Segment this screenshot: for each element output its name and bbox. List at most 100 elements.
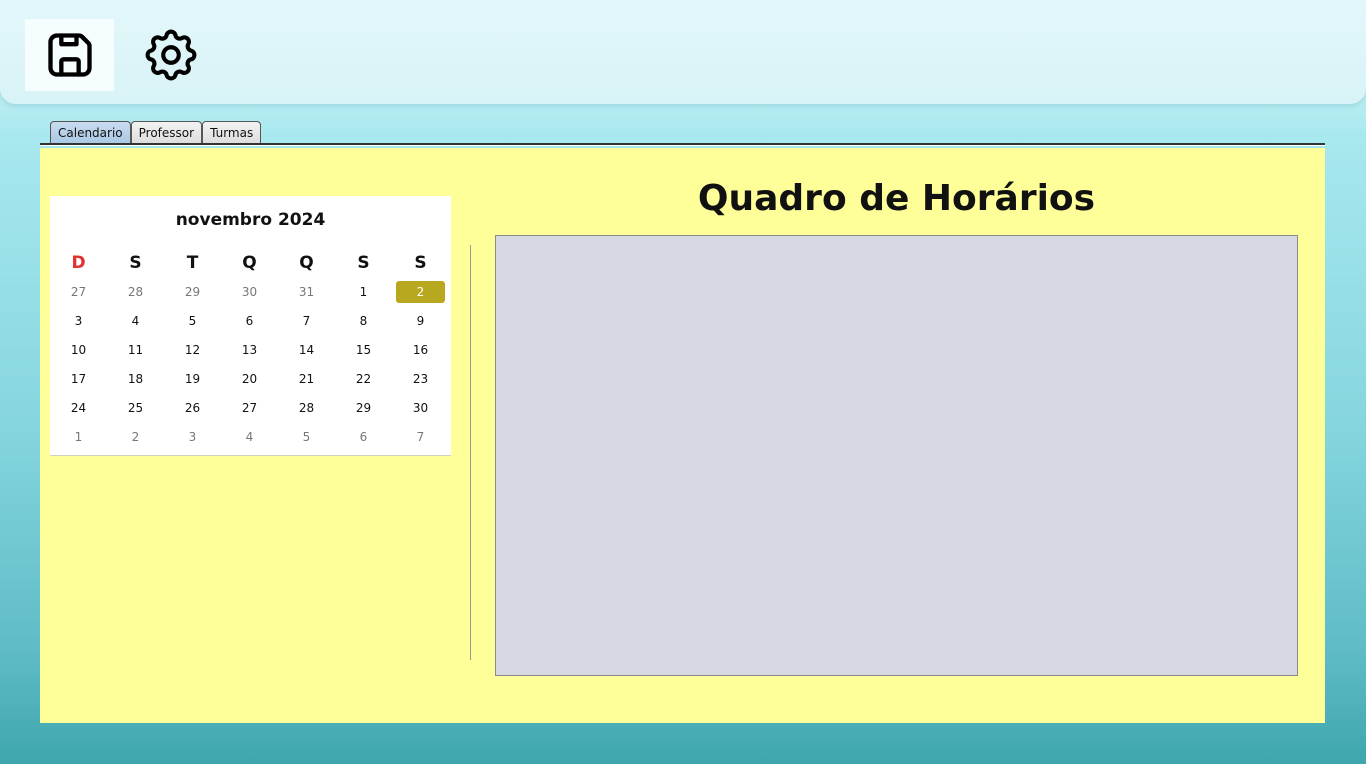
- tab-professor[interactable]: Professor: [130, 121, 203, 144]
- calendar-week-row: 27 28 29 30 31 1 2: [50, 277, 451, 306]
- calendar-day[interactable]: 6: [221, 310, 278, 332]
- calendar-day-number: 27: [241, 400, 258, 415]
- calendar-day[interactable]: 26: [164, 397, 221, 419]
- calendar-day-number: 2: [131, 429, 140, 444]
- calendar-day[interactable]: 9: [392, 310, 449, 332]
- calendar-day[interactable]: 5: [278, 426, 335, 448]
- calendar-day[interactable]: 4: [107, 310, 164, 332]
- calendar-week-row: 24 25 26 27 28 29 30: [50, 393, 451, 422]
- calendar-day-number: 26: [184, 400, 201, 415]
- calendar-day-number: 14: [298, 342, 315, 357]
- weekday-header: S: [129, 253, 142, 273]
- calendar-week-row: 3 4 5 6 7 8 9: [50, 306, 451, 335]
- settings-button[interactable]: [126, 19, 215, 91]
- calendar-week-row: 10 11 12 13 14 15 16: [50, 335, 451, 364]
- calendar-day-number: 31: [298, 284, 315, 299]
- calendar-day-number: 18: [127, 371, 144, 386]
- top-toolbar: [0, 0, 1366, 104]
- calendar-week-row: 17 18 19 20 21 22 23: [50, 364, 451, 393]
- calendar-day[interactable]: 29: [335, 397, 392, 419]
- calendar-week-row: 1 2 3 4 5 6 7: [50, 422, 451, 451]
- calendar-day[interactable]: 27: [221, 397, 278, 419]
- calendar-day[interactable]: 31: [278, 281, 335, 303]
- calendar-day-number: 20: [241, 371, 258, 386]
- weekday-header: D: [71, 253, 86, 273]
- weekday-header: Q: [299, 253, 314, 273]
- calendar-day[interactable]: 15: [335, 339, 392, 361]
- calendar-day[interactable]: 11: [107, 339, 164, 361]
- calendar-day[interactable]: 30: [221, 281, 278, 303]
- calendar-day[interactable]: 4: [221, 426, 278, 448]
- weekday-header: T: [186, 253, 199, 273]
- weekday-header: Q: [242, 253, 257, 273]
- calendar-day[interactable]: 16: [392, 339, 449, 361]
- calendar-day[interactable]: 27: [50, 281, 107, 303]
- calendar-day-selected[interactable]: 2: [392, 280, 449, 303]
- save-button[interactable]: [25, 19, 114, 91]
- calendar-day[interactable]: 1: [50, 426, 107, 448]
- gear-icon: [145, 29, 196, 81]
- calendar-day-number: 30: [412, 400, 429, 415]
- calendar-day-number: 12: [184, 342, 201, 357]
- calendar-day[interactable]: 3: [50, 310, 107, 332]
- save-floppy-icon: [47, 33, 92, 77]
- calendar-day[interactable]: 22: [335, 368, 392, 390]
- calendar-day-number: 13: [241, 342, 258, 357]
- calendar-day-number: 8: [359, 313, 368, 328]
- calendar-day-number: 23: [412, 371, 429, 386]
- weekday-header: S: [414, 253, 427, 273]
- calendar-day[interactable]: 19: [164, 368, 221, 390]
- calendar-day[interactable]: 28: [278, 397, 335, 419]
- calendar-day-number: 25: [127, 400, 144, 415]
- calendar-day[interactable]: 18: [107, 368, 164, 390]
- calendar-day-number: 4: [131, 313, 140, 328]
- calendar-day-number: 15: [355, 342, 372, 357]
- calendar-day-number: 28: [127, 284, 144, 299]
- tab-turmas[interactable]: Turmas: [202, 121, 262, 144]
- calendar-day-number: 22: [355, 371, 372, 386]
- calendario-panel: novembro 2024 DSTQQSS 27 28 29 30 31 1 2 3 4 5 6 7 8…: [40, 148, 1325, 723]
- calendar-day[interactable]: 10: [50, 339, 107, 361]
- calendar-day-number: 28: [298, 400, 315, 415]
- calendar-day[interactable]: 7: [392, 426, 449, 448]
- calendar-day-number: 3: [74, 313, 83, 328]
- calendar-day[interactable]: 12: [164, 339, 221, 361]
- calendar-day[interactable]: 13: [221, 339, 278, 361]
- calendar-day-number: 21: [298, 371, 315, 386]
- calendar-day[interactable]: 3: [164, 426, 221, 448]
- schedule-area: [495, 235, 1298, 676]
- weekday-header: S: [357, 253, 370, 273]
- calendar-day-number: 17: [70, 371, 87, 386]
- calendar-day-number: 30: [241, 284, 258, 299]
- calendar-day[interactable]: 23: [392, 368, 449, 390]
- calendar-day[interactable]: 8: [335, 310, 392, 332]
- tab-divider-line: [40, 143, 1325, 146]
- calendar-day[interactable]: 29: [164, 281, 221, 303]
- calendar-day-number: 16: [412, 342, 429, 357]
- calendar-day[interactable]: 28: [107, 281, 164, 303]
- calendar-day-number: 6: [359, 429, 368, 444]
- calendar-day-number: 5: [188, 313, 197, 328]
- calendar-day[interactable]: 25: [107, 397, 164, 419]
- tab-bar: Calendario Professor Turmas: [50, 120, 262, 144]
- calendar-day-number: 24: [70, 400, 87, 415]
- calendar-day-number: 2: [396, 280, 445, 303]
- calendar-day[interactable]: 30: [392, 397, 449, 419]
- calendar-day-number: 9: [416, 313, 425, 328]
- calendar-day-number: 1: [359, 284, 368, 299]
- calendar-day-number: 11: [127, 342, 144, 357]
- calendar-day-number: 6: [245, 313, 254, 328]
- calendar-day[interactable]: 20: [221, 368, 278, 390]
- calendar-day[interactable]: 6: [335, 426, 392, 448]
- calendar-day-number: 10: [70, 342, 87, 357]
- calendar-day[interactable]: 21: [278, 368, 335, 390]
- calendar-day[interactable]: 7: [278, 310, 335, 332]
- calendar-day[interactable]: 1: [335, 281, 392, 303]
- calendar-day[interactable]: 17: [50, 368, 107, 390]
- calendar-day-number: 7: [302, 313, 311, 328]
- calendar-day[interactable]: 5: [164, 310, 221, 332]
- tab-calendario[interactable]: Calendario: [50, 121, 131, 144]
- calendar-day[interactable]: 14: [278, 339, 335, 361]
- calendar-day[interactable]: 2: [107, 426, 164, 448]
- calendar-day[interactable]: 24: [50, 397, 107, 419]
